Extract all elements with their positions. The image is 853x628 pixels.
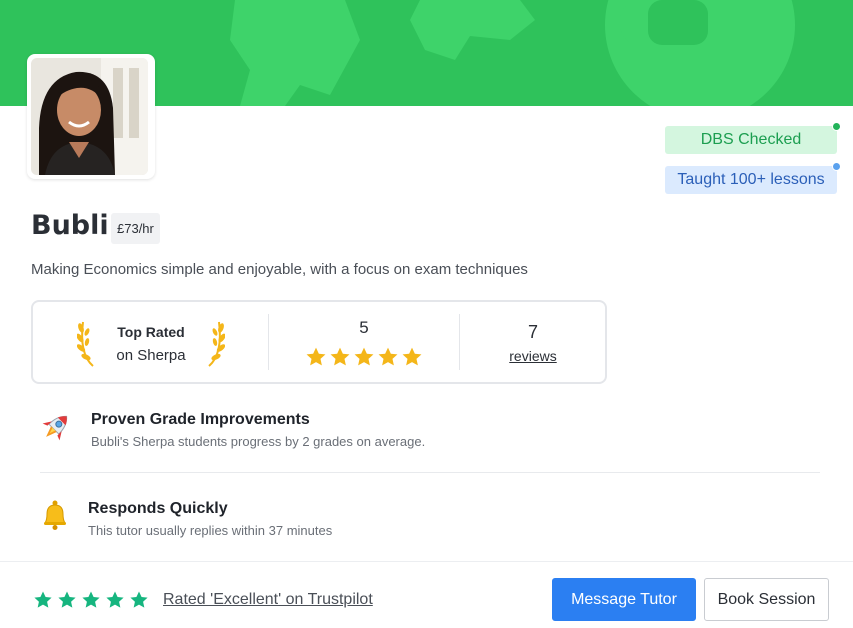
lessons-taught-badge: Taught 100+ lessons [665,162,841,194]
star-icon [130,591,148,608]
star-icon [402,347,422,366]
message-tutor-button[interactable]: Message Tutor [552,578,696,621]
feature-title: Proven Grade Improvements [91,411,310,428]
bell-icon [44,500,66,530]
star-icon [306,347,326,366]
rocket-icon [42,415,68,441]
book-session-button[interactable]: Book Session [704,578,829,621]
avatar-frame [27,54,155,179]
dbs-badge-label: DBS Checked [700,131,802,148]
rating-stat: 5 [269,302,459,382]
dbs-checked-badge: DBS Checked [665,122,841,154]
status-dot [832,122,841,131]
top-rated-text: Top Rated on Sherpa [91,320,211,368]
avatar [31,58,148,175]
star-icon [354,347,374,366]
star-icon [378,347,398,366]
top-rated-stat: Top Rated on Sherpa [33,302,269,382]
feature-description: Bubli's Sherpa students progress by 2 gr… [91,434,426,449]
tutor-tagline: Making Economics simple and enjoyable, w… [31,261,528,278]
taught-badge-label: Taught 100+ lessons [677,171,825,188]
reviews-stat: 7 reviews [459,302,607,382]
feature-description: This tutor usually replies within 37 min… [88,523,333,538]
reviews-link[interactable]: reviews [459,348,607,364]
rating-stars [305,346,423,368]
status-dot [832,162,841,171]
top-rated-line2: on Sherpa [116,347,186,364]
footer-bar: Rated 'Excellent' on Trustpilot Message … [0,561,853,628]
tutor-name: Bubli [31,210,109,241]
star-icon [330,347,350,366]
price-badge: £73/hr [111,213,160,244]
feature-divider [40,472,820,473]
reviews-count: 7 [527,322,538,342]
trustpilot-link[interactable]: Rated 'Excellent' on Trustpilot [163,591,373,609]
star-icon [58,591,76,608]
trustpilot-stars [33,590,149,610]
rating-value: 5 [359,318,369,337]
star-icon [106,591,124,608]
star-icon [34,591,52,608]
top-rated-line1: Top Rated [117,324,185,340]
laurel-right-icon [208,321,225,367]
feature-title: Responds Quickly [88,500,228,517]
star-icon [82,591,100,608]
stats-panel: Top Rated on Sherpa 5 7 reviews [31,300,607,384]
